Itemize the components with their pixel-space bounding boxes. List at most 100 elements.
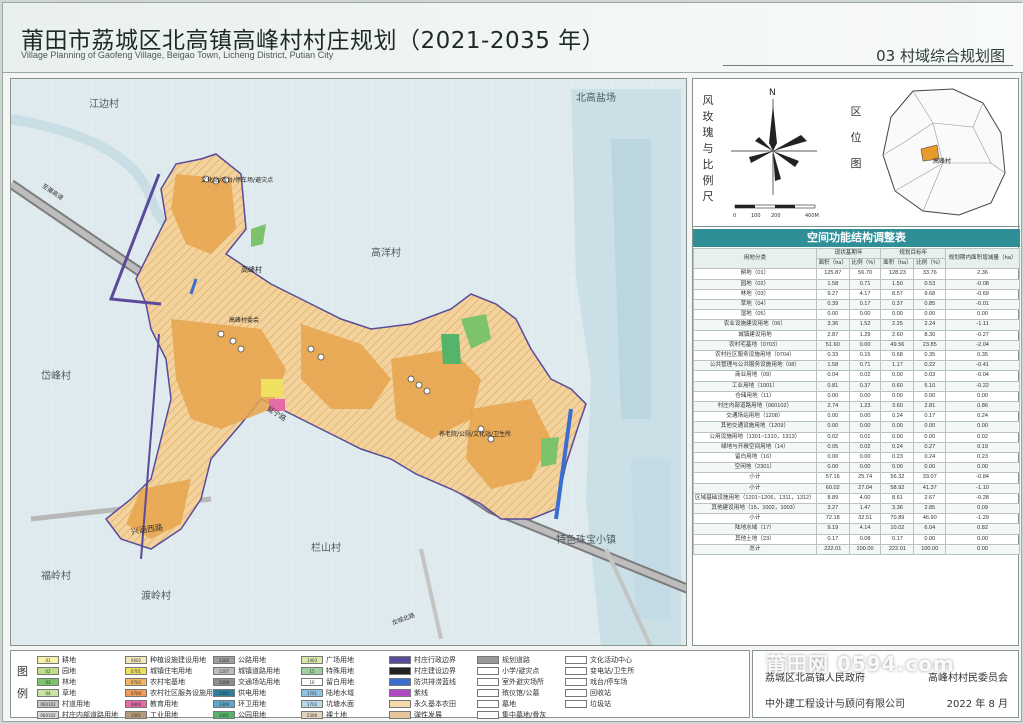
table-cell-value: 0.00 <box>815 390 850 403</box>
wind-rose: N 0 100 200 400M <box>721 83 829 221</box>
scale-label-0: 0 <box>733 213 736 219</box>
table-row: 城镇建设用地 2.87 1.29 2.60 8.30 -0.27 <box>693 329 1020 341</box>
legend-label: 殡仪馆/公墓 <box>502 689 540 697</box>
table-cell-category: 其他建设用地（15，1002，1003） <box>693 503 817 515</box>
table-cell-value: 0.81 <box>815 380 850 392</box>
legend-label: 城镇住宅用地 <box>150 667 192 675</box>
table-cell-value: 0.02 <box>945 431 1020 443</box>
label-poi-elderly: 养老院/公厕/文化站/卫生所 <box>439 431 512 438</box>
page-subtitle: Village Planning of Gaofeng Village, Bei… <box>21 50 334 60</box>
legend-label: 村庄建设边界 <box>414 667 456 675</box>
table-cell-value: 0.00 <box>880 309 915 321</box>
table-row: 农村社区服务设施用地（0704） 0.33 0.15 0.68 0.35 0.35 <box>693 350 1020 362</box>
table-cell-value: 0.71 <box>848 360 882 372</box>
table-row: 总计 222.01 100.00 222.01 100.00 0.00 <box>693 543 1020 556</box>
table-cell-value: 0.39 <box>815 299 850 311</box>
table-cell-value: 56.70 <box>848 268 882 280</box>
table-cell-value: 0.17 <box>913 411 947 423</box>
table-cell-value: 222.01 <box>880 543 915 556</box>
legend-label: 戏台/停车场 <box>590 678 628 686</box>
table-cell-category: 农村社区服务设施用地（0704） <box>693 350 817 362</box>
legend-label: 坑塘水面 <box>326 700 354 708</box>
table-cell-value: 1.23 <box>848 401 882 413</box>
legend-title: 图例 <box>17 665 28 700</box>
table-cell-value: 5.10 <box>913 380 947 392</box>
table-row: 耕地（01） 125.87 56.70 128.23 33.76 2.36 <box>693 268 1020 280</box>
compass-label: 风玫瑰与比例尺 <box>702 94 714 203</box>
table-cell-category: 村庄内部道路用地（060102） <box>693 401 817 413</box>
table-cell-value: 0.00 <box>880 462 915 474</box>
table-cell-value: 0.00 <box>913 309 947 321</box>
legend-swatch <box>565 689 587 697</box>
table-cell-value: -1.29 <box>945 513 1020 525</box>
village-map[interactable]: 江边村 北高盐场 高洋村 岱峰村 栏山村 福岭村 渡岭村 特色珠宝小镇 兴涵西路… <box>10 78 687 646</box>
sheet-title: 03 村域综合规划图 <box>876 47 1005 65</box>
table-row: 村庄内部道路用地（060102） 2.74 1.23 3.60 2.81 0.86 <box>693 401 1020 413</box>
table-cell-value: -1.11 <box>945 319 1020 331</box>
legend-label: 室外避灾场所 <box>502 678 544 686</box>
scale-label-400: 400M <box>805 213 819 219</box>
table-cell-value: 2.85 <box>913 503 947 515</box>
legend-label: 村庄行政边界 <box>414 656 456 664</box>
legend-swatch: 1309 <box>213 700 235 708</box>
legend-label: 村道用地 <box>62 700 90 708</box>
table-cell-value: 4.14 <box>848 523 882 535</box>
legend-swatch: 03 <box>37 678 59 686</box>
table-cell-value: -0.04 <box>945 370 1020 382</box>
table-cell-value: 0.00 <box>815 452 850 464</box>
table-cell-value: 0.00 <box>913 421 947 433</box>
table-cell-value: 70.89 <box>880 513 915 525</box>
table-cell-value: 0.02 <box>848 441 882 454</box>
table-cell-value: -0.27 <box>945 329 1020 341</box>
table-cell-value: 0.00 <box>913 462 947 474</box>
label-poi-culture: 文化站/戏台/停车场/避灾点 <box>201 177 274 184</box>
table-cell-value: 0.23 <box>945 452 1020 464</box>
footer-designer: 中外建工程设计与顾问有限公司 <box>765 699 905 710</box>
table-row: 工业用地（1001） 0.81 0.37 0.60 5.10 -0.22 <box>693 380 1020 392</box>
legend-swatch: 060102 <box>37 700 59 708</box>
table-cell-value: 0.08 <box>848 533 882 545</box>
table-cell-value: 3.27 <box>815 503 850 515</box>
table-cell-value: 0.71 <box>848 278 882 290</box>
legend-swatch: 0804 <box>125 700 147 708</box>
col-ratio: 比例（%） <box>848 258 882 270</box>
legend-swatch: 1001 <box>125 711 147 719</box>
label-duling: 渡岭村 <box>141 591 171 602</box>
table-cell-category: 总计 <box>693 543 817 556</box>
table-cell-value: 25.74 <box>848 472 882 484</box>
sheet-divider <box>723 65 1013 66</box>
table-cell-value: 4.00 <box>848 492 882 505</box>
compass-and-location: 风玫瑰与比例尺 N 0 100 200 400M 区位图 高峰村 <box>693 79 1020 227</box>
legend-swatch: 1703 <box>301 700 323 708</box>
legend-swatch <box>477 656 499 664</box>
table-cell-value: 6.04 <box>913 523 947 535</box>
table-cell-value: 9.68 <box>913 288 947 301</box>
col-change: 规划期内面积增减量（ha） <box>945 247 1020 270</box>
table-cell-value: 0.37 <box>880 299 915 311</box>
header: 莆田市荔城区北高镇高峰村村庄规划（2021-2035 年） Village Pl… <box>3 3 1023 73</box>
table-cell-category: 农业设施建设用地（06） <box>693 319 817 331</box>
table-cell-value: -0.08 <box>945 278 1020 290</box>
table-cell-value: 41.37 <box>913 482 947 494</box>
legend-swatch <box>477 689 499 697</box>
legend-swatch: 0602 <box>125 656 147 664</box>
legend-swatch: 16 <box>301 678 323 686</box>
table-cell-value: 0.82 <box>945 523 1020 535</box>
table-row: 园地（02） 1.58 0.71 1.50 0.53 -0.08 <box>693 278 1020 290</box>
legend-swatch: 1208 <box>213 678 235 686</box>
label-village-center: 高峰村 <box>241 266 262 274</box>
legend-swatch <box>389 689 411 697</box>
label-fuling: 福岭村 <box>41 571 71 582</box>
table-row: 交通场站用地（1208） 0.00 0.00 0.24 0.17 0.24 <box>693 411 1020 423</box>
legend-swatch <box>565 678 587 686</box>
table-cell-value: 0.19 <box>945 441 1020 454</box>
table-cell-category: 公共管理与公共服务设施用地（08） <box>693 360 817 372</box>
legend-swatch: 0704 <box>125 689 147 697</box>
table-cell-value: 0.00 <box>880 370 915 382</box>
table-cell-value: 58.92 <box>880 482 915 494</box>
table-row: 林地（03） 9.27 4.17 8.57 9.68 -0.69 <box>693 288 1020 301</box>
legend-swatch <box>389 667 411 675</box>
table-cell-value: 2.87 <box>815 329 850 341</box>
col-area: 面积（ha） <box>815 258 850 270</box>
table-cell-category: 耕地（01） <box>693 268 817 280</box>
